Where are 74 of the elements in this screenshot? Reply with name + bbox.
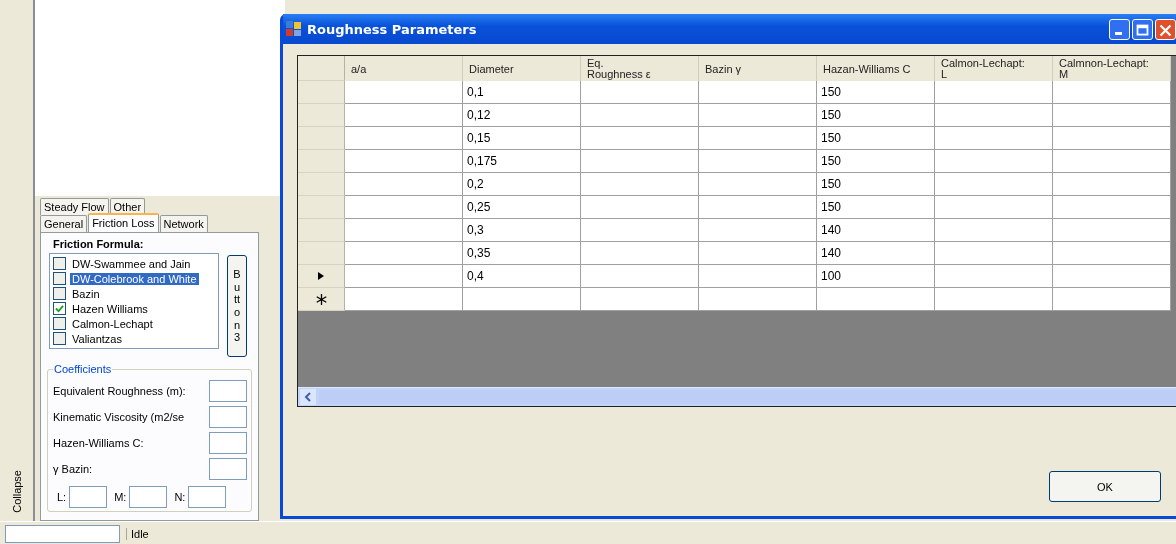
table-cell: 0,3: [463, 219, 581, 242]
list-item[interactable]: Valiantzas: [70, 332, 124, 345]
table-cell: 0,15: [463, 127, 581, 150]
field-label: N:: [174, 491, 186, 503]
input-field[interactable]: [69, 486, 108, 508]
checkbox[interactable]: [53, 302, 66, 315]
field-label: Hazen-Williams C:: [53, 437, 144, 449]
input-field[interactable]: [209, 406, 247, 428]
table-cell: 0,4: [463, 265, 581, 288]
row-header[interactable]: [298, 265, 345, 288]
field-label: Kinematic Viscosity (m2/se: [53, 411, 185, 423]
group-title: Coefficients: [53, 363, 113, 375]
section-heading: Friction Formula:: [53, 238, 145, 250]
table-cell: 0,12: [463, 104, 581, 127]
table-cell: 140: [817, 219, 935, 242]
field-label: M:: [114, 491, 127, 503]
status-text: Idle: [126, 527, 153, 540]
input-field[interactable]: [209, 458, 247, 480]
input-field[interactable]: [188, 486, 227, 508]
column-header[interactable]: a/a: [345, 56, 463, 81]
column-header[interactable]: Calmon-Lechapt: L: [935, 56, 1053, 81]
collapse-tab[interactable]: Collapse: [8, 468, 25, 515]
checkbox[interactable]: [53, 332, 66, 345]
table-cell: 150: [817, 127, 935, 150]
tab[interactable]: Network: [159, 215, 208, 232]
checkbox[interactable]: [53, 317, 66, 330]
button3-button[interactable]: Button3: [227, 255, 247, 357]
minimize-icon: [1115, 31, 1122, 35]
column-header[interactable]: Bazin γ: [699, 56, 817, 81]
new-row-icon: [315, 293, 327, 305]
column-header[interactable]: Diameter: [463, 56, 581, 81]
input-field[interactable]: [209, 380, 247, 402]
checkbox[interactable]: [53, 272, 66, 285]
table-cell: 0,35: [463, 242, 581, 265]
field-label: Equivalent Roughness (m):: [53, 385, 186, 397]
app-icon: [286, 21, 302, 37]
ok-button[interactable]: OK: [1049, 471, 1161, 502]
table-cell: 150: [817, 196, 935, 219]
list-item[interactable]: DW-Colebrook and White: [70, 272, 199, 285]
list-item[interactable]: Calmon-Lechapt: [70, 317, 155, 330]
current-row-icon: [318, 272, 324, 280]
checkbox[interactable]: [53, 257, 66, 270]
tab[interactable]: Steady Flow: [40, 198, 109, 215]
field-label: L:: [57, 491, 67, 503]
column-header[interactable]: Eq. Roughness ε: [581, 56, 699, 81]
table-cell: 0,1: [463, 81, 581, 104]
maximize-button[interactable]: [1132, 18, 1153, 40]
checkbox[interactable]: [53, 287, 66, 300]
table-cell: 150: [817, 150, 935, 173]
tab[interactable]: Friction Loss: [88, 213, 159, 232]
input-field[interactable]: [129, 486, 168, 508]
close-button[interactable]: [1155, 18, 1176, 40]
scroll-left-icon[interactable]: [300, 389, 316, 405]
table-cell: 150: [817, 173, 935, 196]
minimize-button[interactable]: [1109, 18, 1130, 40]
column-header[interactable]: Hazan-Williams C: [817, 56, 935, 81]
table-cell: 0,175: [463, 150, 581, 173]
input-field[interactable]: [209, 432, 247, 454]
corner-header: [298, 56, 345, 81]
table-cell: 0,25: [463, 196, 581, 219]
table-cell: 140: [817, 242, 935, 265]
status-field[interactable]: [5, 524, 120, 543]
tab[interactable]: General: [40, 215, 88, 232]
column-header[interactable]: Calmnon-Lechapt: M: [1053, 56, 1171, 81]
table-cell: 150: [817, 81, 935, 104]
field-label: γ Bazin:: [53, 463, 93, 475]
window-title: Roughness Parameters: [307, 21, 478, 37]
table-cell: 100: [817, 265, 935, 288]
table-cell: 150: [817, 104, 935, 127]
list-item[interactable]: Hazen Williams: [70, 302, 150, 315]
list-item[interactable]: DW-Swammee and Jain: [70, 257, 193, 270]
row-header[interactable]: [298, 288, 345, 311]
table-cell: 0,2: [463, 173, 581, 196]
list-item[interactable]: Bazin: [70, 287, 102, 300]
